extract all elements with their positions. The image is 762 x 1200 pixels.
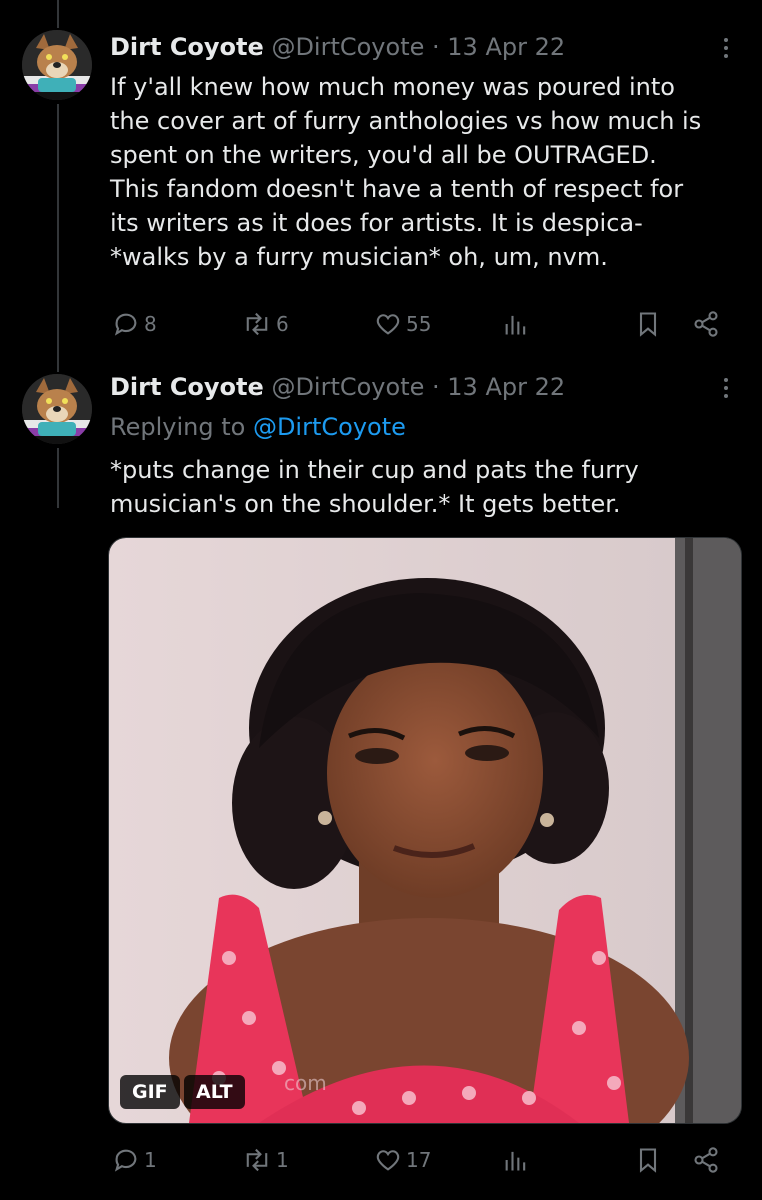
share-icon bbox=[694, 1147, 718, 1173]
replying-to-handle[interactable]: @DirtCoyote bbox=[253, 413, 406, 441]
coyote-avatar-icon bbox=[22, 374, 92, 444]
tweet-text-line: This fandom doesn't have a tenth of resp… bbox=[110, 175, 684, 203]
like-icon bbox=[376, 1150, 400, 1171]
display-name[interactable]: Dirt Coyote bbox=[110, 373, 264, 401]
reply-count: 8 bbox=[144, 312, 157, 336]
like-count: 17 bbox=[406, 1148, 432, 1172]
display-name[interactable]: Dirt Coyote bbox=[110, 33, 264, 61]
avatar[interactable] bbox=[22, 374, 92, 444]
retweet-count: 1 bbox=[276, 1148, 289, 1172]
reply-icon bbox=[114, 1149, 137, 1172]
gif-badge: GIF bbox=[120, 1075, 180, 1109]
user-handle[interactable]: @DirtCoyote bbox=[271, 373, 424, 401]
gif-preview-image: com bbox=[109, 538, 741, 1123]
share-icon bbox=[694, 311, 718, 337]
reply-icon bbox=[114, 313, 137, 336]
tweet-text-line: *puts change in their cup and pats the f… bbox=[110, 456, 639, 484]
bookmark-icon bbox=[639, 312, 657, 337]
bookmark-icon bbox=[639, 1148, 657, 1173]
tweet-text-line: If y'all knew how much money was poured … bbox=[110, 73, 675, 101]
retweet-button[interactable]: 6 bbox=[242, 306, 289, 342]
tweet-text: If y'all knew how much money was poured … bbox=[110, 70, 740, 274]
avatar[interactable] bbox=[22, 30, 92, 100]
like-count: 55 bbox=[406, 312, 432, 336]
tweet-header: Dirt Coyote @DirtCoyote · 13 Apr 22 bbox=[110, 33, 565, 61]
reply-button[interactable]: 8 bbox=[112, 306, 157, 342]
thread-line-between bbox=[57, 104, 59, 372]
more-icon[interactable] bbox=[712, 374, 740, 402]
tweet-text-line: spent on the writers, you'd all be OUTRA… bbox=[110, 141, 657, 169]
like-icon bbox=[376, 314, 400, 335]
reply-button[interactable]: 1 bbox=[112, 1142, 157, 1178]
alt-text-button[interactable]: ALT bbox=[184, 1075, 245, 1109]
tweet-date[interactable]: · 13 Apr 22 bbox=[432, 373, 565, 401]
retweet-count: 6 bbox=[276, 312, 289, 336]
tweet-text-line: its writers as it does for artists. It i… bbox=[110, 209, 643, 237]
tweet-text: *puts change in their cup and pats the f… bbox=[110, 453, 740, 521]
like-button[interactable]: 17 bbox=[374, 1142, 431, 1178]
replying-to-label: Replying to bbox=[110, 413, 246, 441]
share-button[interactable] bbox=[692, 1142, 720, 1178]
views-button[interactable] bbox=[502, 1142, 530, 1178]
more-icon[interactable] bbox=[712, 34, 740, 62]
replying-to: Replying to @DirtCoyote bbox=[110, 413, 406, 441]
user-handle[interactable]: @DirtCoyote bbox=[271, 33, 424, 61]
tweet-text-line: musician's on the shoulder.* It gets bet… bbox=[110, 490, 621, 518]
retweet-icon bbox=[246, 312, 268, 336]
thread-line-top bbox=[57, 0, 59, 28]
share-button[interactable] bbox=[692, 306, 720, 342]
views-icon bbox=[505, 315, 526, 335]
tweet-text-line: *walks by a furry musician* oh, um, nvm. bbox=[110, 243, 608, 271]
tweet-date[interactable]: · 13 Apr 22 bbox=[432, 33, 565, 61]
bookmark-button[interactable] bbox=[634, 1142, 662, 1178]
retweet-button[interactable]: 1 bbox=[242, 1142, 289, 1178]
bookmark-button[interactable] bbox=[634, 306, 662, 342]
views-icon bbox=[505, 1151, 526, 1171]
retweet-icon bbox=[246, 1148, 268, 1172]
coyote-avatar-icon bbox=[22, 30, 92, 100]
thread-line-bottom bbox=[57, 448, 59, 508]
gif-media[interactable]: com bbox=[108, 537, 742, 1124]
action-bar: 8 6 55 bbox=[110, 306, 730, 342]
gif-watermark: com bbox=[284, 1071, 327, 1095]
views-button[interactable] bbox=[502, 306, 530, 342]
tweet-header: Dirt Coyote @DirtCoyote · 13 Apr 22 bbox=[110, 373, 565, 401]
tweet-text-line: the cover art of furry anthologies vs ho… bbox=[110, 107, 702, 135]
like-button[interactable]: 55 bbox=[374, 306, 431, 342]
action-bar: 1 1 17 bbox=[110, 1142, 730, 1178]
reply-count: 1 bbox=[144, 1148, 157, 1172]
